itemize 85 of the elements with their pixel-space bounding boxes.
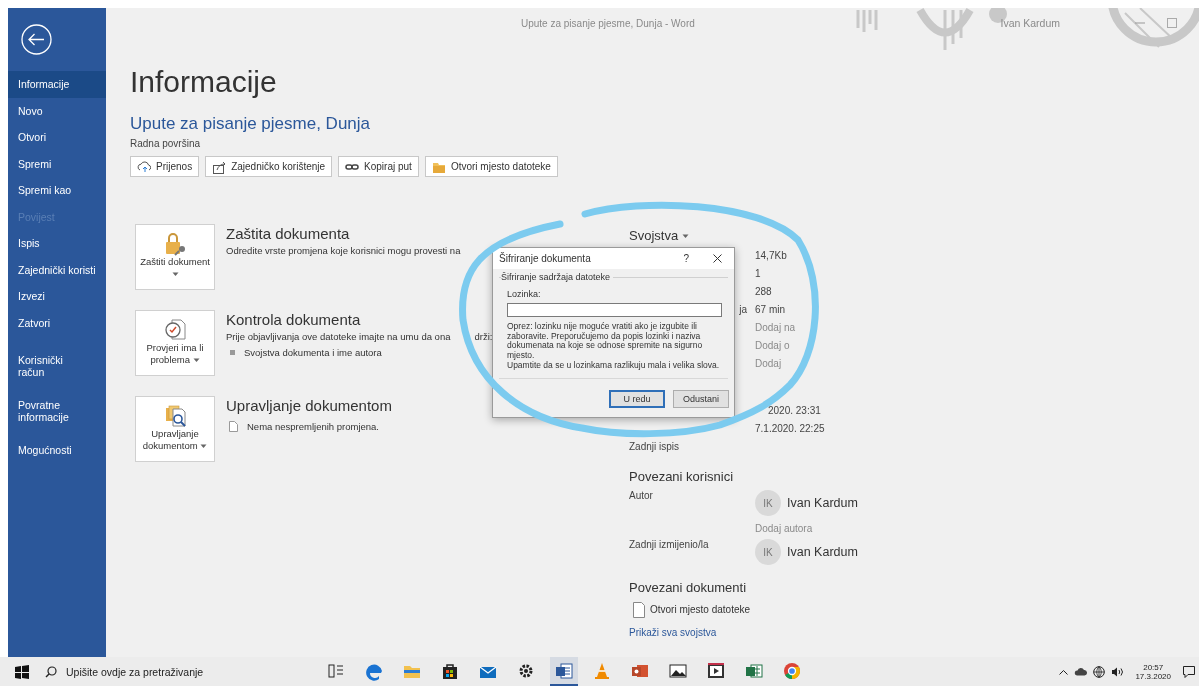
property-label: ja: [738, 303, 748, 317]
sidebar-item[interactable]: Zajednički koristi: [8, 256, 106, 283]
warning-text: Oprez: lozinku nije moguće vratiti ako je izgubite ili zaboravite. Preporučujemo da popis lozinki i naziva dokumenata na koje se odnose spremite na sigurno mjesto.: [507, 322, 704, 361]
help-button[interactable]: ?: [683, 253, 689, 264]
section-action-button[interactable]: Zaštiti dokument: [135, 224, 215, 290]
sidebar-item[interactable]: Otvori: [8, 124, 106, 151]
avatar-initials: IK: [755, 539, 781, 565]
properties-menu[interactable]: Svojstva: [629, 228, 690, 244]
action-button[interactable]: Prijenos: [130, 156, 200, 177]
dialog-title: Šifriranje dokumenta: [499, 253, 592, 264]
action-button[interactable]: Kopiraj put: [338, 156, 419, 177]
notification-icon[interactable]: [1183, 665, 1195, 678]
cloud-upload-icon: [137, 159, 151, 174]
sidebar-item[interactable]: Zatvori: [8, 309, 106, 336]
section-title: Upravljanje dokumentom: [226, 397, 392, 415]
section-action-button[interactable]: Provjeri ima li problema: [135, 310, 215, 376]
search-field[interactable]: Upišite ovdje za pretraživanje: [66, 665, 286, 678]
show-all-link[interactable]: Prikaži sva svojstva: [629, 626, 717, 640]
back-button[interactable]: [21, 24, 52, 55]
sidebar-item[interactable]: Ispis: [8, 230, 106, 257]
property-label: Zadnji ispis: [629, 440, 681, 454]
person-name[interactable]: Ivan Kardum: [787, 545, 858, 559]
speaker-icon[interactable]: [1111, 666, 1124, 677]
dialog-button[interactable]: Odustani: [673, 389, 729, 408]
caret-icon: [192, 358, 200, 363]
sidebar-item[interactable]: Informacije: [8, 71, 106, 98]
avatar-initials: IK: [755, 490, 781, 516]
bullet-text: Svojstva dokumenta i ime autora: [244, 347, 382, 359]
property-label: Zadnji izmijenio/la: [629, 539, 710, 552]
cloud-icon[interactable]: [1074, 667, 1088, 676]
note-text: Nema nespremljenih promjena.: [247, 421, 379, 433]
property-label: Autor: [629, 490, 654, 503]
section-title: Zaštita dokumenta: [226, 225, 351, 243]
document-title: Upute za pisanje pjesme, Dunja: [130, 114, 372, 134]
property-value: 7.1.2020. 22:25: [755, 422, 826, 436]
field-label: Lozinka:: [507, 289, 542, 300]
close-icon[interactable]: [713, 254, 722, 263]
sidebar-item[interactable]: Spremi: [8, 150, 106, 177]
property-value: 288: [755, 285, 773, 299]
bullet-icon: [230, 349, 235, 355]
sidebar-item[interactable]: Novo: [8, 97, 106, 124]
property-value: 2020. 23:31: [767, 404, 822, 418]
password-field[interactable]: [507, 303, 722, 317]
documents-search-icon: [163, 403, 187, 428]
sidebar-item[interactable]: Mogućnosti: [8, 440, 88, 460]
section-action-button[interactable]: Upravljanje dokumentom: [135, 396, 215, 462]
window-title: Upute za pisanje pjesme, Dunja - Word: [521, 17, 695, 29]
chevron-up-icon[interactable]: [1059, 668, 1069, 675]
section-description-end: drži:: [474, 331, 493, 342]
group-label: Šifriranje sadržaja datoteke: [501, 272, 614, 283]
globe-icon[interactable]: [1093, 665, 1106, 678]
section-description: Prije objavljivanja ove datoteke imajte na umu da ona: [226, 331, 451, 342]
sidebar-item[interactable]: Izvezi: [8, 283, 106, 310]
section-description: Odredite vrste promjena koje korisnici mogu provesti na: [226, 245, 461, 256]
share-icon: [212, 159, 227, 174]
note-text: Upamtite da se u lozinkama razlikuju mala i velika slova.: [507, 360, 721, 371]
lock-icon: [163, 231, 187, 256]
text-document-app-icon[interactable]: [550, 657, 578, 686]
property-value: 67 min: [755, 303, 786, 317]
page-heading: Informacije: [130, 64, 278, 100]
property-value: 1: [755, 267, 762, 281]
dialog-button[interactable]: U redu: [609, 389, 665, 408]
person-name[interactable]: Ivan Kardum: [787, 496, 858, 510]
sidebar-item[interactable]: Povratne informacije: [8, 395, 88, 427]
sidebar-item[interactable]: Spremi kao: [8, 177, 106, 204]
document-location: Radna površina: [130, 137, 202, 150]
caret-icon: [171, 272, 179, 277]
section-heading: Povezani dokumenti: [629, 580, 748, 596]
section-heading: Povezani korisnici: [629, 469, 735, 485]
sidebar-item[interactable]: Korisnički račun: [8, 350, 88, 382]
search-icon[interactable]: [45, 665, 57, 678]
windows-start-icon[interactable]: [15, 664, 29, 679]
document-check-icon: [163, 317, 187, 342]
document-icon: [633, 602, 645, 618]
action-button[interactable]: Zajedničko korištenje: [205, 156, 333, 177]
section-title: Kontrola dokumenta: [226, 311, 362, 329]
clock-time: 20:57: [1142, 662, 1165, 672]
document-icon: [229, 420, 238, 432]
caret-icon: [682, 233, 690, 239]
property-value: 14,7Kb: [755, 249, 788, 263]
document-link[interactable]: Otvori mjesto datoteke: [650, 602, 751, 618]
clock[interactable]: 20:57 17.3.2020: [1135, 662, 1171, 681]
caret-icon: [200, 444, 208, 449]
action-button[interactable]: Otvori mjesto datoteke: [424, 156, 558, 177]
clock-date: 17.3.2020: [1135, 671, 1171, 681]
